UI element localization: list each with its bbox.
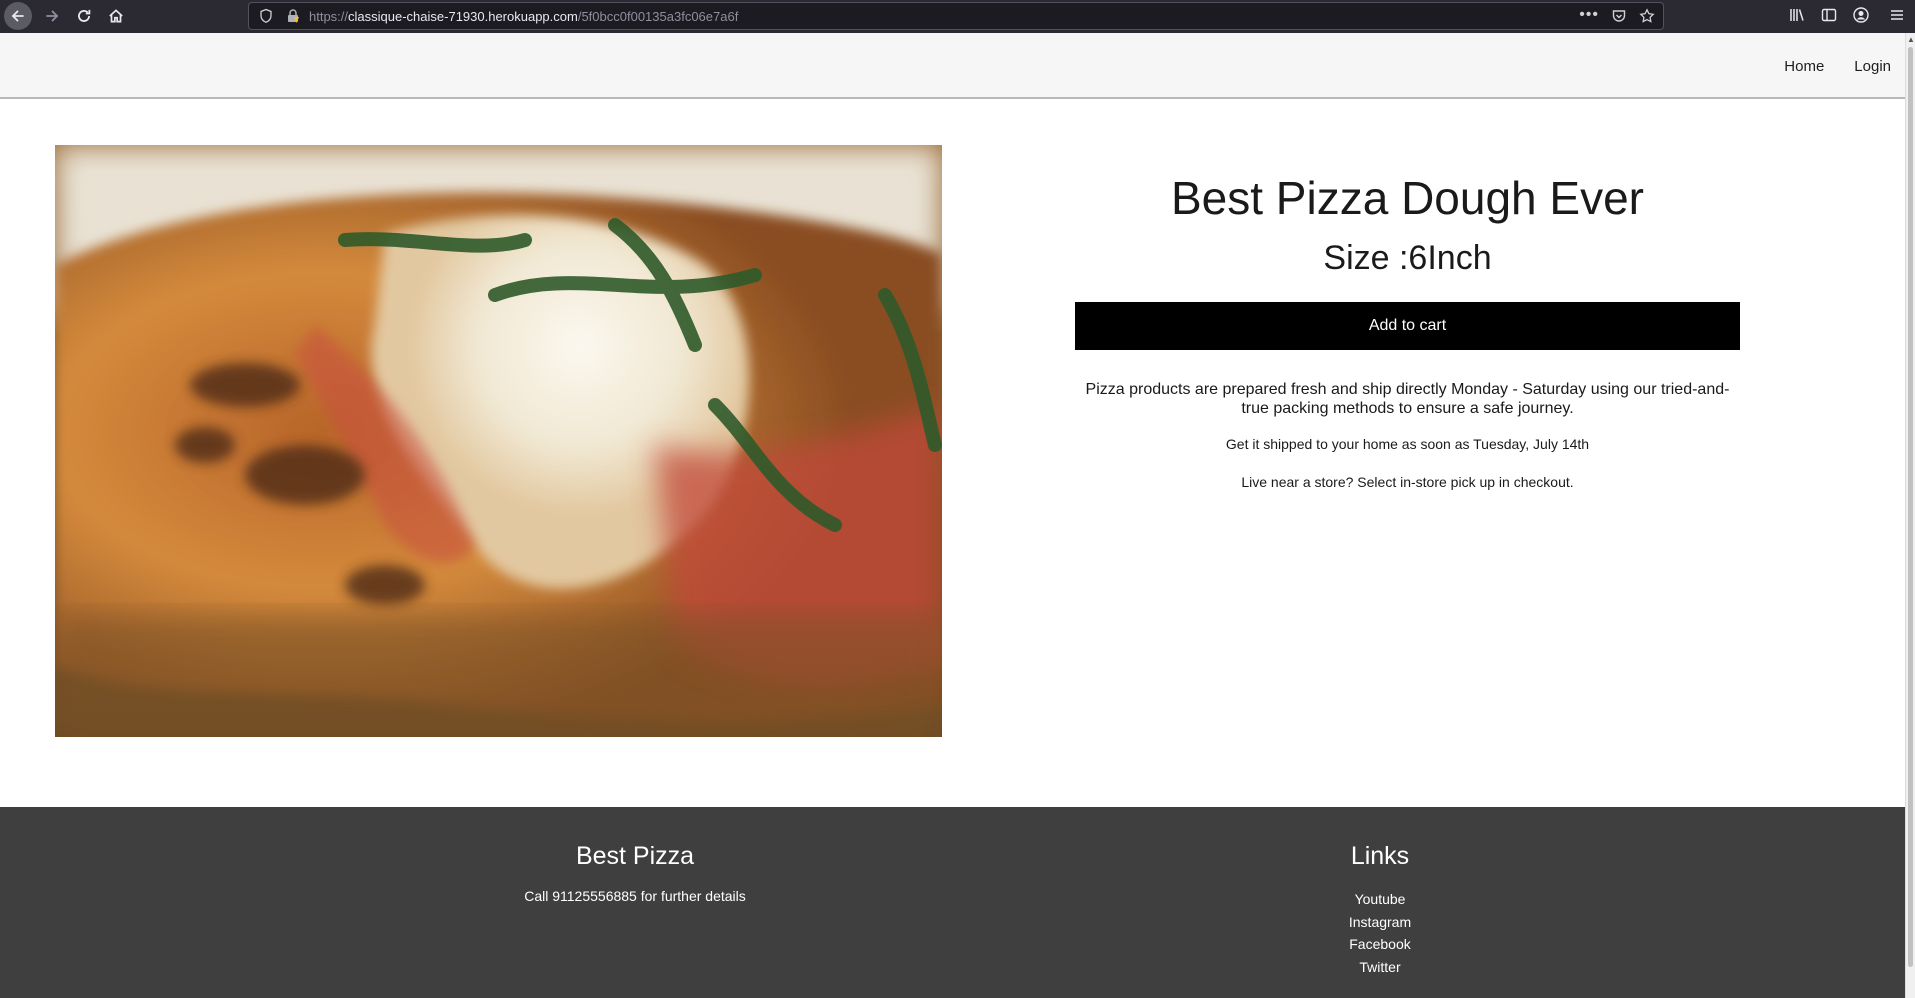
nav-login-link[interactable]: Login [1854, 58, 1891, 75]
sidebar-icon[interactable] [1820, 6, 1838, 29]
facebook-link[interactable]: Facebook [1349, 936, 1410, 952]
reload-button[interactable] [70, 2, 98, 30]
home-button[interactable] [102, 2, 130, 30]
site-footer: Best Pizza Call 91125556885 for further … [0, 807, 1905, 998]
product-info: Best Pizza Dough Ever Size :6Inch Add to… [1075, 170, 1740, 490]
product-size: Size :6Inch [1323, 239, 1492, 277]
scroll-up-arrow-icon[interactable]: ▲ [1907, 35, 1915, 45]
footer-link-item: Instagram [1180, 911, 1580, 934]
address-bar[interactable]: https://classique-chaise-71930.herokuapp… [248, 2, 1664, 30]
arrow-right-icon [46, 10, 59, 22]
pickup-info: Live near a store? Select in-store pick … [1241, 474, 1574, 490]
menu-icon[interactable] [1888, 6, 1906, 29]
bookmark-star-icon[interactable] [1639, 8, 1655, 29]
instagram-link[interactable]: Instagram [1349, 914, 1411, 930]
account-icon[interactable] [1852, 6, 1870, 29]
page-actions-icon[interactable]: ••• [1579, 6, 1599, 24]
url-path: /5f0bcc0f00135a3fc06e7a6f [577, 9, 739, 24]
shipping-info: Get it shipped to your home as soon as T… [1225, 436, 1590, 452]
footer-contact-text: Call 91125556885 for further details [524, 888, 746, 904]
scroll-thumb[interactable] [1908, 47, 1913, 967]
url-text[interactable]: https://classique-chaise-71930.herokuapp… [309, 9, 738, 24]
footer-brand-heading: Best Pizza [575, 842, 695, 870]
add-to-cart-button[interactable]: Add to cart [1075, 302, 1740, 350]
shield-icon[interactable] [259, 8, 273, 29]
site-header: Home Login [0, 33, 1905, 99]
footer-link-item: Youtube [1180, 888, 1580, 911]
product-title: Best Pizza Dough Ever [1170, 172, 1644, 224]
footer-link-item: Facebook [1180, 933, 1580, 956]
url-scheme: https:// [309, 9, 349, 24]
reload-icon [78, 9, 91, 22]
site-nav: Home Login [1784, 58, 1891, 75]
footer-links-list: Youtube Instagram Facebook Twitter [1180, 888, 1580, 978]
forward-button[interactable] [38, 2, 66, 30]
footer-brand-column: Best Pizza Call 91125556885 for further … [420, 841, 850, 904]
arrow-left-icon [11, 10, 24, 22]
pizza-photo [55, 145, 942, 737]
nav-home-link[interactable]: Home [1784, 58, 1824, 75]
back-button[interactable] [4, 2, 32, 30]
footer-link-item: Twitter [1180, 956, 1580, 979]
home-icon [109, 9, 123, 23]
url-host: classique-chaise-71930.herokuapp.com [348, 9, 578, 24]
library-icon[interactable] [1788, 6, 1806, 29]
youtube-link[interactable]: Youtube [1355, 891, 1406, 907]
footer-links-column: Links Youtube Instagram Facebook Twitter [1180, 841, 1580, 978]
product-description: Pizza products are prepared fresh and sh… [1085, 381, 1730, 417]
page-scrollbar[interactable]: ▲ [1905, 33, 1915, 998]
product-image [55, 145, 942, 737]
insecure-lock-icon[interactable] [285, 8, 301, 29]
pocket-icon[interactable] [1611, 8, 1627, 29]
footer-links-heading: Links [1350, 842, 1410, 870]
twitter-link[interactable]: Twitter [1359, 959, 1400, 975]
browser-toolbar: https://classique-chaise-71930.herokuapp… [0, 0, 1915, 33]
